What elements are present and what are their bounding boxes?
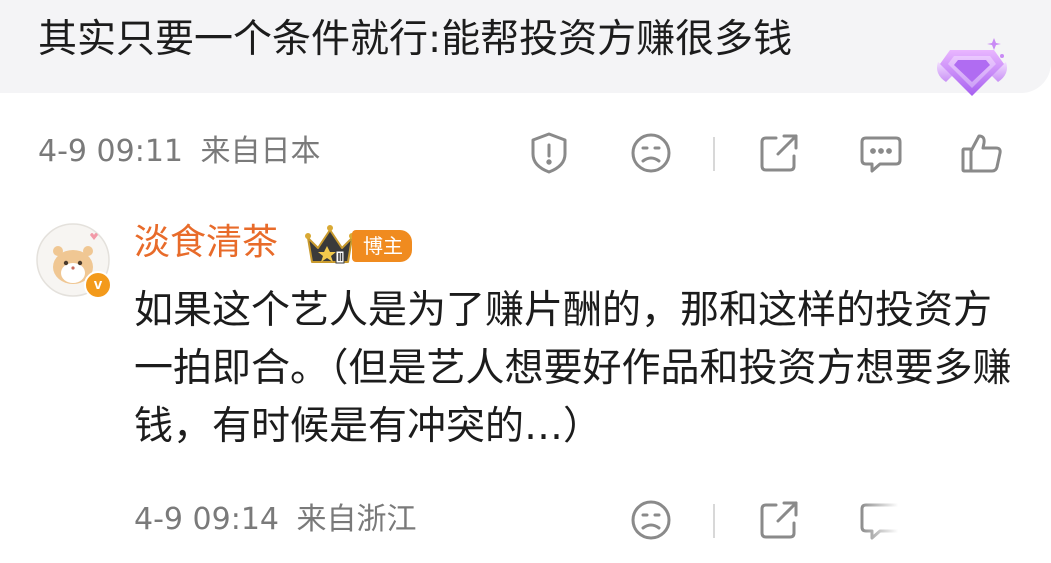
frown-face-icon[interactable] bbox=[628, 130, 674, 176]
share-icon[interactable] bbox=[756, 497, 802, 543]
role-badge: 博主 bbox=[352, 230, 412, 262]
crown-icon bbox=[302, 222, 358, 270]
thumbs-up-icon[interactable] bbox=[959, 130, 1005, 176]
reply-text: 如果这个艺人是为了赚片酬的，那和这样的投资方一拍即合。（但是艺人想要好作品和投资… bbox=[134, 288, 1012, 449]
action-divider bbox=[713, 504, 715, 538]
reply-time: 4-9 09:14 bbox=[134, 502, 279, 537]
comment-icon[interactable] bbox=[858, 130, 904, 176]
reply-timestamp: 4-9 09:14 来自浙江 bbox=[134, 500, 417, 540]
frown-face-icon[interactable] bbox=[628, 497, 674, 543]
verified-v-icon: v bbox=[84, 271, 112, 299]
diamond-gem-icon bbox=[932, 34, 1012, 100]
avatar[interactable]: v bbox=[36, 223, 112, 299]
share-icon[interactable] bbox=[756, 130, 802, 176]
comment-timestamp: 4-9 09:11 来自日本 bbox=[38, 132, 321, 172]
warning-shield-icon[interactable] bbox=[526, 130, 572, 176]
bottom-fade-overlay bbox=[860, 494, 1051, 563]
comment-time: 4-9 09:11 bbox=[38, 134, 183, 169]
comment-text: 其实只要一个条件就行:能帮投资方赚很多钱 bbox=[38, 17, 793, 62]
comment-source: 来自日本 bbox=[200, 134, 321, 169]
action-divider bbox=[713, 137, 715, 171]
reply-source: 来自浙江 bbox=[296, 502, 417, 537]
reply-username[interactable]: 淡食清茶 bbox=[134, 219, 278, 267]
